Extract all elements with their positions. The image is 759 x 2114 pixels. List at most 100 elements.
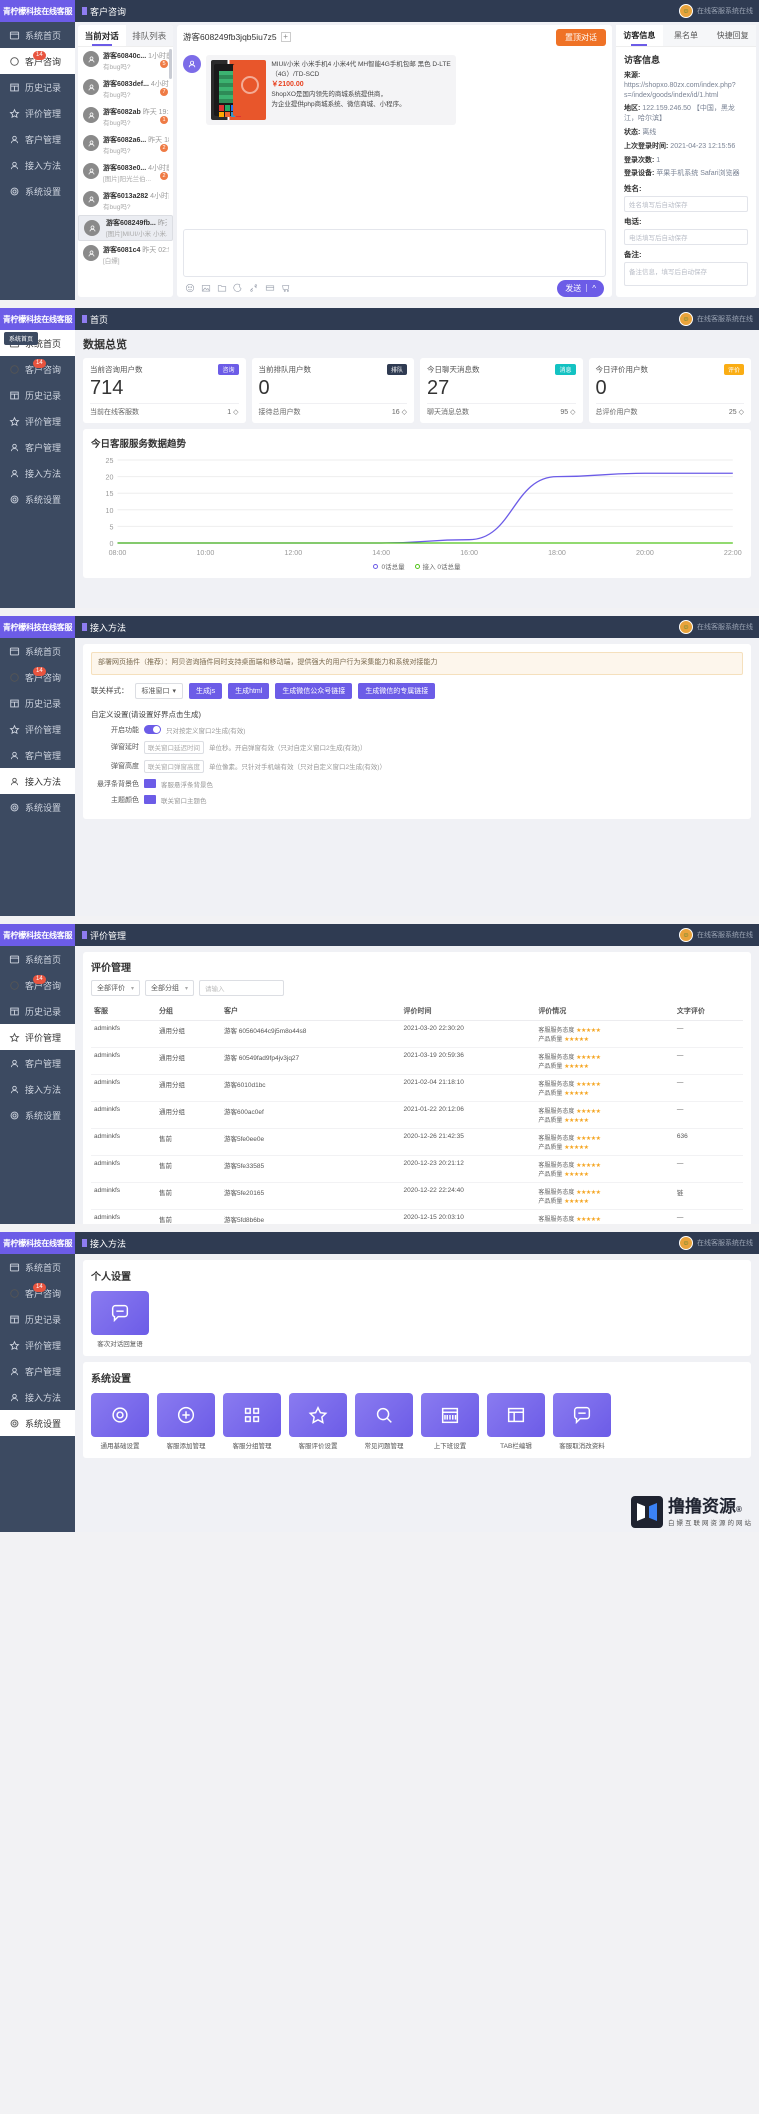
sidebar-item-access[interactable]: 接入方法: [0, 1384, 75, 1410]
settings-tile-button[interactable]: [421, 1393, 479, 1437]
list-item[interactable]: 游客608249fb... 昨天 12:15 [图片]MIUI/小米 小米...: [78, 215, 173, 241]
list-item[interactable]: 游客6081c4 昨天 02:51 [白嫖]: [78, 241, 173, 269]
mode-select[interactable]: 标准窗口 ▾: [134, 682, 184, 699]
generate-html-button[interactable]: 生成html: [228, 682, 270, 699]
text-input[interactable]: 联关窗口弹窗高度: [144, 759, 204, 773]
table-row[interactable]: adminkfs 售前 游客5fe20165 2020-12-22 22:24:…: [91, 1182, 743, 1210]
sidebar-item-reviews[interactable]: 评价管理: [0, 716, 75, 742]
list-item[interactable]: 游客6083def... 4小时前 有bug吗? 7: [78, 75, 173, 103]
name-input[interactable]: 姓名填写后自动保存: [624, 196, 748, 213]
sidebar-item-settings[interactable]: 系统设置: [0, 794, 75, 820]
folder-icon[interactable]: [217, 283, 227, 293]
settings-tile[interactable]: 客服分组管理: [223, 1393, 281, 1450]
emoji-icon[interactable]: [185, 283, 195, 293]
color-swatch[interactable]: [144, 795, 156, 804]
settings-tile-button[interactable]: [91, 1291, 149, 1335]
sidebar-item-consult[interactable]: 客户咨询 14: [0, 48, 75, 74]
tab-queue-list[interactable]: 排队列表: [125, 25, 173, 46]
settings-tile-button[interactable]: [91, 1393, 149, 1437]
link-icon[interactable]: [249, 283, 259, 293]
agent-avatar-icon[interactable]: ☺: [679, 312, 693, 326]
message-input[interactable]: [183, 229, 606, 277]
top-right[interactable]: ☺ 在线客服系统在线: [679, 312, 759, 326]
top-right[interactable]: ☺ 在线客服系统在线: [679, 928, 759, 942]
list-item[interactable]: 游客6013a282 4小时前 有bug吗?: [78, 187, 173, 215]
agent-avatar-icon[interactable]: ☺: [679, 928, 693, 942]
color-swatch[interactable]: [144, 779, 156, 788]
list-item[interactable]: 游客6082a6... 昨天 18:51 有bug吗? 2: [78, 131, 173, 159]
settings-tile-button[interactable]: [355, 1393, 413, 1437]
rating-filter-select[interactable]: 全部评价 ▾: [91, 980, 141, 996]
agent-avatar-icon[interactable]: ☺: [679, 620, 693, 634]
settings-tile-button[interactable]: [553, 1393, 611, 1437]
table-row[interactable]: adminkfs 通用分组 游客 60549fad9fp4jv3jq27 202…: [91, 1047, 743, 1075]
settings-tile[interactable]: 常见问题管理: [355, 1393, 413, 1450]
table-row[interactable]: adminkfs 通用分组 游客 60560464c9j5m8o44s8 202…: [91, 1020, 743, 1048]
sidebar-item-reviews[interactable]: 评价管理: [0, 100, 75, 126]
top-right[interactable]: ☺ 在线客服系统在线: [679, 4, 759, 18]
table-row[interactable]: adminkfs 通用分组 游客6010d1bc 2021-02-04 21:1…: [91, 1074, 743, 1102]
moon-icon[interactable]: [233, 283, 243, 293]
table-row[interactable]: adminkfs 售前 游客5fe33585 2020-12-23 20:21:…: [91, 1155, 743, 1183]
sidebar-item-history[interactable]: 历史记录: [0, 690, 75, 716]
sidebar-item-history[interactable]: 历史记录: [0, 998, 75, 1024]
group-filter-select[interactable]: 全部分组 ▾: [145, 980, 195, 996]
sidebar-item-customers[interactable]: 客户管理: [0, 1050, 75, 1076]
top-right[interactable]: ☺ 在线客服系统在线: [679, 1236, 759, 1250]
sidebar-item-home[interactable]: 系统首页: [0, 1254, 75, 1280]
product-card[interactable]: MIUI/小米 小米手机4 小米4代 MH智能4G手机包邮 黑色 D-LTE（4…: [206, 55, 456, 125]
sidebar-item-consult[interactable]: 客户咨询 14: [0, 664, 75, 690]
tab-visitor-info[interactable]: 访客信息: [616, 25, 663, 46]
sidebar-item-settings[interactable]: 系统设置: [0, 1102, 75, 1128]
settings-tile-button[interactable]: [289, 1393, 347, 1437]
generate-wechat-link-button[interactable]: 生成微信公众号链接: [275, 682, 353, 699]
settings-tile[interactable]: 客服评价设置: [289, 1393, 347, 1450]
list-item[interactable]: 游客6082ab 昨天 19:13 有bug吗? 1: [78, 103, 173, 131]
sidebar-item-access[interactable]: 接入方法: [0, 1076, 75, 1102]
image-icon[interactable]: [201, 283, 211, 293]
add-icon[interactable]: +: [280, 32, 291, 42]
settings-tile-button[interactable]: [487, 1393, 545, 1437]
sidebar-item-settings[interactable]: 系统设置: [0, 1410, 75, 1436]
sidebar-item-customers[interactable]: 客户管理: [0, 434, 75, 460]
table-row[interactable]: adminkfs 售前 游客5fd8b6be 2020-12-15 20:03:…: [91, 1209, 743, 1224]
table-row[interactable]: adminkfs 售前 游客5fe0ee0e 2020-12-26 21:42:…: [91, 1128, 743, 1156]
pin-conversation-button[interactable]: 置顶对话: [556, 28, 606, 46]
settings-tile-button[interactable]: [157, 1393, 215, 1437]
legend-item-0[interactable]: 0话总量: [373, 561, 405, 571]
conversation-scrollbar[interactable]: [169, 49, 172, 79]
sidebar-item-history[interactable]: 历史记录: [0, 382, 75, 408]
sidebar-item-reviews[interactable]: 评价管理: [0, 1332, 75, 1358]
card-icon[interactable]: [265, 283, 275, 293]
note-textarea[interactable]: 备注信息，填写后自动保存: [624, 262, 748, 287]
legend-item-1[interactable]: 接入 0话总量: [414, 561, 461, 571]
settings-tile[interactable]: 通用基础设置: [91, 1393, 149, 1450]
sidebar-item-access[interactable]: 接入方法: [0, 152, 75, 178]
settings-tile[interactable]: 上下班设置: [421, 1393, 479, 1450]
sidebar-item-customers[interactable]: 客户管理: [0, 742, 75, 768]
sidebar-item-history[interactable]: 历史记录: [0, 74, 75, 100]
cart-icon[interactable]: [281, 283, 291, 293]
chevron-up-icon[interactable]: ^: [592, 284, 596, 293]
generate-wechat-exclusive-button[interactable]: 生成微信的专属链接: [358, 682, 436, 699]
phone-input[interactable]: 电话填写后自动保存: [624, 229, 748, 246]
search-input[interactable]: 请输入: [199, 980, 285, 996]
agent-avatar-icon[interactable]: ☺: [679, 1236, 693, 1250]
sidebar-item-home[interactable]: 系统首页: [0, 638, 75, 664]
sidebar-item-settings[interactable]: 系统设置: [0, 178, 75, 204]
tab-blacklist[interactable]: 黑名单: [662, 25, 710, 46]
list-item[interactable]: 游客6083e0... 4小时前 [图片]阳光兰伯... 2: [78, 159, 173, 187]
top-right[interactable]: ☺ 在线客服系统在线: [679, 620, 759, 634]
sidebar-item-consult[interactable]: 客户咨询 14: [0, 356, 75, 382]
settings-tile[interactable]: TAB栏编辑: [487, 1393, 545, 1450]
settings-tile[interactable]: 客服添加管理: [157, 1393, 215, 1450]
sidebar-item-consult[interactable]: 客户咨询 14: [0, 1280, 75, 1306]
sidebar-item-consult[interactable]: 客户咨询 14: [0, 972, 75, 998]
tab-current-chats[interactable]: 当前对话: [78, 25, 126, 46]
generate-js-button[interactable]: 生成js: [189, 682, 223, 699]
sidebar-item-history[interactable]: 历史记录: [0, 1306, 75, 1332]
toggle-switch[interactable]: [144, 725, 161, 734]
settings-tile-button[interactable]: [223, 1393, 281, 1437]
sidebar-item-reviews[interactable]: 评价管理: [0, 1024, 75, 1050]
agent-avatar-icon[interactable]: ☺: [679, 4, 693, 18]
